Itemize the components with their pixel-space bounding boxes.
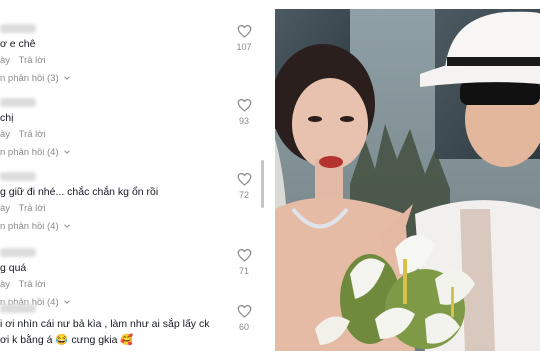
woman-mouth	[319, 156, 343, 168]
like-count: 71	[238, 266, 249, 276]
comment-text: chị	[0, 112, 14, 124]
comment-time: ày	[0, 279, 11, 290]
like-button[interactable]: 93	[234, 98, 254, 126]
blurred-username	[0, 248, 36, 257]
blurred-username	[0, 172, 36, 181]
comment-item: chị ày Trả lời n phản hồi (4) 93	[0, 96, 268, 162]
reply-button[interactable]: Trả lời	[19, 129, 46, 140]
like-button[interactable]: 107	[234, 24, 254, 52]
comment-item: ơ e chê ày Trả lời n phản hồi (3) 107	[0, 22, 268, 88]
heart-outline-icon	[237, 98, 251, 112]
man-hat-band	[447, 57, 540, 66]
comment-text: g giữ đi nhé... chắc chắn kg ổn rồi	[0, 186, 159, 198]
comment-item: i ơi nhìn cái nư bả kìa , làm như ai sắp…	[0, 302, 268, 360]
comment-meta: ày Trả lời	[0, 203, 46, 214]
blurred-username	[0, 24, 36, 33]
view-replies-label: n phản hồi (3)	[0, 73, 59, 84]
reply-button[interactable]: Trả lời	[19, 279, 46, 290]
like-button[interactable]: 71	[234, 248, 254, 276]
like-button[interactable]: 60	[234, 304, 254, 332]
woman-eye-left	[308, 116, 322, 122]
heart-outline-icon	[237, 304, 251, 318]
chevron-down-icon	[64, 150, 71, 154]
comment-meta: ày Trả lời	[0, 55, 46, 66]
comment-meta: ày Trả lời	[0, 129, 46, 140]
video-photo[interactable]	[275, 9, 540, 351]
view-replies-button[interactable]: n phản hồi (3)	[0, 73, 71, 84]
reply-button[interactable]: Trả lời	[19, 203, 46, 214]
like-count: 60	[238, 322, 249, 332]
like-count: 93	[238, 116, 249, 126]
comment-item: g giữ đi nhé... chắc chắn kg ổn rồi ày T…	[0, 170, 268, 236]
comment-time: ày	[0, 203, 11, 214]
like-count: 107	[236, 42, 252, 52]
chevron-down-icon	[64, 224, 71, 228]
comment-text: g quá	[0, 262, 27, 274]
comment-meta: ày Trả lời	[0, 279, 46, 290]
comment-list[interactable]: ơ e chê ày Trả lời n phản hồi (3) 107 ch…	[0, 0, 268, 360]
heart-outline-icon	[237, 24, 251, 38]
reply-button[interactable]: Trả lời	[19, 55, 46, 66]
woman-eye-right	[340, 116, 354, 122]
blurred-username	[0, 304, 36, 313]
chevron-down-icon	[64, 76, 71, 80]
comment-time: ày	[0, 55, 11, 66]
blurred-username	[0, 98, 36, 107]
heart-outline-icon	[237, 172, 251, 186]
view-replies-button[interactable]: n phản hồi (4)	[0, 221, 71, 232]
comment-time: ày	[0, 129, 11, 140]
like-button[interactable]: 72	[234, 172, 254, 200]
view-replies-label: n phản hồi (4)	[0, 221, 59, 232]
heart-outline-icon	[237, 248, 251, 262]
like-count: 72	[238, 190, 249, 200]
photo-illustration	[275, 9, 540, 351]
scrollbar[interactable]	[261, 160, 264, 208]
man-sunglasses	[460, 81, 540, 105]
comment-text: ơ e chê	[0, 38, 36, 50]
comment-text-line-2: ơi k bằng á 😂 cưng gkia 🥰	[0, 334, 134, 346]
comment-text: i ơi nhìn cái nư bả kìa , làm như ai sắp…	[0, 318, 210, 330]
view-replies-label: n phản hồi (4)	[0, 147, 59, 158]
view-replies-button[interactable]: n phản hồi (4)	[0, 147, 71, 158]
